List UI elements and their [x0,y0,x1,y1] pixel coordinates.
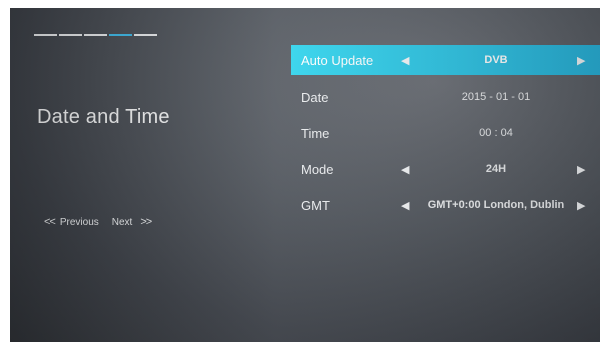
setting-label: GMT [301,197,330,213]
setting-row-mode[interactable]: Mode ◀ 24H ▶ [291,151,600,187]
progress-segment [59,34,82,36]
setting-label: Date [301,89,329,105]
page-title: Date and Time [37,106,170,128]
tv-screen: Date and Time << Previous Next >> Auto U… [10,8,600,342]
triangle-right-icon[interactable]: ▶ [577,54,585,67]
setting-row-auto-update[interactable]: Auto Update ◀ DVB ▶ [291,45,600,75]
progress-segment [34,34,57,36]
settings-list: Auto Update ◀ DVB ▶ Date 2015 - 01 - 01 … [291,45,600,223]
previous-label: Previous [59,216,99,228]
next-button[interactable]: Next >> [111,216,152,228]
triangle-left-icon[interactable]: ◀ [401,199,409,212]
double-chevron-right-icon: >> [140,216,152,228]
setting-label: Auto Update [301,52,374,68]
setting-row-time[interactable]: Time 00 : 04 [291,115,600,151]
triangle-right-icon[interactable]: ▶ [577,199,585,212]
wizard-navigation: << Previous Next >> [44,216,152,228]
previous-button[interactable]: << Previous [44,216,99,228]
triangle-right-icon[interactable]: ▶ [577,163,585,176]
setting-row-gmt[interactable]: GMT ◀ GMT+0:00 London, Dublin ▶ [291,187,600,223]
next-label: Next [111,216,133,228]
setting-label: Mode [301,161,334,177]
setting-value: 00 : 04 [479,127,513,139]
progress-segment-active [109,34,132,36]
double-chevron-left-icon: << [44,216,56,228]
triangle-left-icon[interactable]: ◀ [401,163,409,176]
step-progress-indicator [34,34,157,36]
setting-value: DVB [484,54,508,66]
setting-value: GMT+0:00 London, Dublin [427,199,565,211]
progress-segment [134,34,157,36]
setting-value: 2015 - 01 - 01 [461,91,531,103]
triangle-left-icon[interactable]: ◀ [401,54,409,67]
setting-value: 24H [485,163,507,175]
setting-label: Time [301,125,330,141]
setting-row-date[interactable]: Date 2015 - 01 - 01 [291,79,600,115]
progress-segment [84,34,107,36]
